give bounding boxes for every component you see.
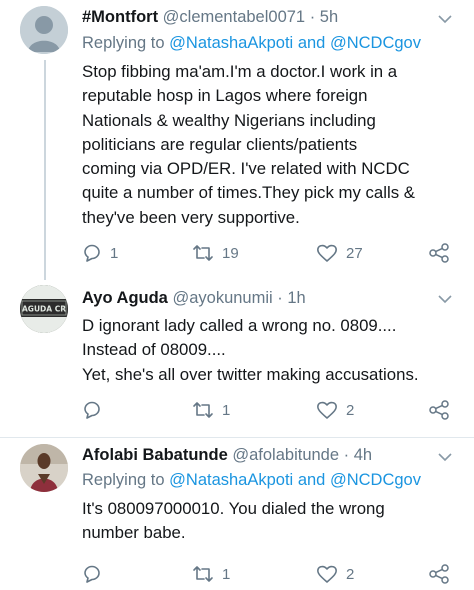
retweet-count: 1 — [222, 565, 231, 583]
action-bar: 1 2 — [82, 563, 462, 585]
tweet-text-line: D ignorant lady called a wrong no. 0809.… — [82, 316, 397, 335]
profile-photo — [20, 444, 68, 492]
retweet-icon — [193, 245, 213, 261]
chevron-down-icon[interactable] — [438, 452, 452, 462]
reply-icon — [84, 244, 100, 262]
tweet-text-line: they've been very supportive. — [82, 207, 300, 227]
thread-line — [44, 60, 46, 280]
user-handle[interactable]: @clementabel0071 — [163, 8, 305, 26]
display-name[interactable]: Afolabi Babatunde — [82, 446, 228, 464]
tweet-text-line: Nationals & wealthy Nigerians including — [82, 110, 376, 130]
reply-count: 1 — [110, 244, 119, 262]
like-button[interactable]: 27 — [316, 242, 363, 264]
reply-icon — [84, 565, 100, 583]
share-icon — [429, 564, 449, 584]
retweet-button[interactable]: 1 — [192, 563, 230, 585]
tweet-header: Ayo Aguda @ayokunumii · 1h — [82, 289, 306, 308]
share-button[interactable] — [428, 399, 450, 421]
avatar[interactable]: AGUDA CR — [20, 285, 68, 333]
retweet-count: 1 — [222, 401, 231, 419]
tweet-text: It's 080097000010. You dialed the wrong … — [82, 497, 466, 546]
profile-photo: AGUDA CR — [20, 285, 68, 333]
tweet-text-line: Stop fibbing ma'am.I'm a doctor.I work i… — [82, 62, 398, 81]
mention-link[interactable]: @NCDCgov — [330, 34, 421, 52]
tweet-text-line: number babe. — [82, 523, 186, 543]
retweet-icon — [193, 402, 213, 418]
like-count: 2 — [346, 565, 355, 583]
retweet-icon — [193, 566, 213, 582]
replying-to-label: Replying to — [82, 471, 165, 489]
timestamp[interactable]: 1h — [287, 289, 305, 307]
replying-to: Replying to @NatashaAkpoti and @NCDCgov — [82, 471, 421, 490]
heart-icon — [317, 401, 337, 419]
tweet-text-line: Instead of 08009.... — [82, 340, 226, 360]
display-name[interactable]: Ayo Aguda — [82, 289, 168, 307]
tweet-text-line: politicians are regular clients/patients — [82, 134, 358, 154]
reply-button[interactable] — [82, 563, 110, 585]
reply-button[interactable]: 1 — [82, 242, 118, 264]
replying-to-label: Replying to — [82, 34, 165, 52]
share-icon — [429, 243, 449, 263]
avatar[interactable] — [20, 6, 68, 54]
reply-button[interactable] — [82, 399, 110, 421]
replying-to: Replying to @NatashaAkpoti and @NCDCgov — [82, 34, 421, 53]
display-name[interactable]: #Montfort — [82, 8, 158, 26]
user-handle[interactable]: @ayokunumii — [172, 289, 272, 307]
mention-link[interactable]: @NatashaAkpoti — [169, 34, 293, 52]
like-button[interactable]: 2 — [316, 563, 354, 585]
avatar[interactable] — [20, 444, 68, 492]
tweet-2[interactable]: AGUDA CR Ayo Aguda @ayokunumii · 1h D ig… — [0, 280, 474, 430]
separator-dot: · — [309, 8, 316, 26]
retweet-count: 19 — [222, 244, 239, 262]
separator-dot: · — [343, 446, 350, 464]
tweet-text: Stop fibbing ma'am.I'm a doctor.I work i… — [82, 60, 466, 230]
tweet-header: #Montfort @clementabel0071 · 5h — [82, 8, 338, 27]
like-button[interactable]: 2 — [316, 399, 354, 421]
user-handle[interactable]: @afolabitunde — [232, 446, 339, 464]
heart-icon — [317, 244, 337, 262]
mention-link[interactable]: @NatashaAkpoti — [169, 471, 293, 489]
share-button[interactable] — [428, 242, 450, 264]
tweet-3[interactable]: Afolabi Babatunde @afolabitunde · 4h Rep… — [0, 438, 474, 590]
tweet-text-line: coming via OPD/ER. I've related with NCD… — [82, 159, 410, 179]
heart-icon — [317, 565, 337, 583]
action-bar: 1 19 27 — [82, 242, 462, 264]
mention-link[interactable]: @NCDCgov — [330, 471, 421, 489]
retweet-button[interactable]: 1 — [192, 399, 230, 421]
share-button[interactable] — [428, 563, 450, 585]
tweet-text-line: It's 080097000010. You dialed the wrong — [82, 499, 385, 518]
tweet-text-line: quite a number of times.They pick my cal… — [82, 183, 415, 203]
share-icon — [429, 400, 449, 420]
replying-and: and — [297, 34, 326, 52]
timestamp[interactable]: 5h — [320, 8, 338, 26]
like-count: 2 — [346, 401, 355, 419]
avatar-logo-text: AGUDA CR — [22, 305, 66, 314]
timestamp[interactable]: 4h — [354, 446, 372, 464]
tweet-text: D ignorant lady called a wrong no. 0809.… — [82, 314, 466, 387]
chevron-down-icon[interactable] — [438, 14, 452, 24]
tweet-text-line: reputable hosp in Lagos where foreign — [82, 86, 368, 106]
tweet-header: Afolabi Babatunde @afolabitunde · 4h — [82, 446, 372, 465]
separator-dot: · — [277, 289, 283, 307]
replying-and: and — [297, 471, 326, 489]
tweet-text-line: Yet, she's all over twitter making accus… — [82, 364, 419, 384]
tweet-1[interactable]: #Montfort @clementabel0071 · 5h Replying… — [0, 0, 474, 280]
chevron-down-icon[interactable] — [438, 294, 452, 304]
retweet-button[interactable]: 19 — [192, 242, 239, 264]
action-bar: 1 2 — [82, 399, 462, 421]
default-avatar-icon — [20, 6, 68, 54]
like-count: 27 — [346, 244, 363, 262]
reply-icon — [84, 401, 100, 419]
